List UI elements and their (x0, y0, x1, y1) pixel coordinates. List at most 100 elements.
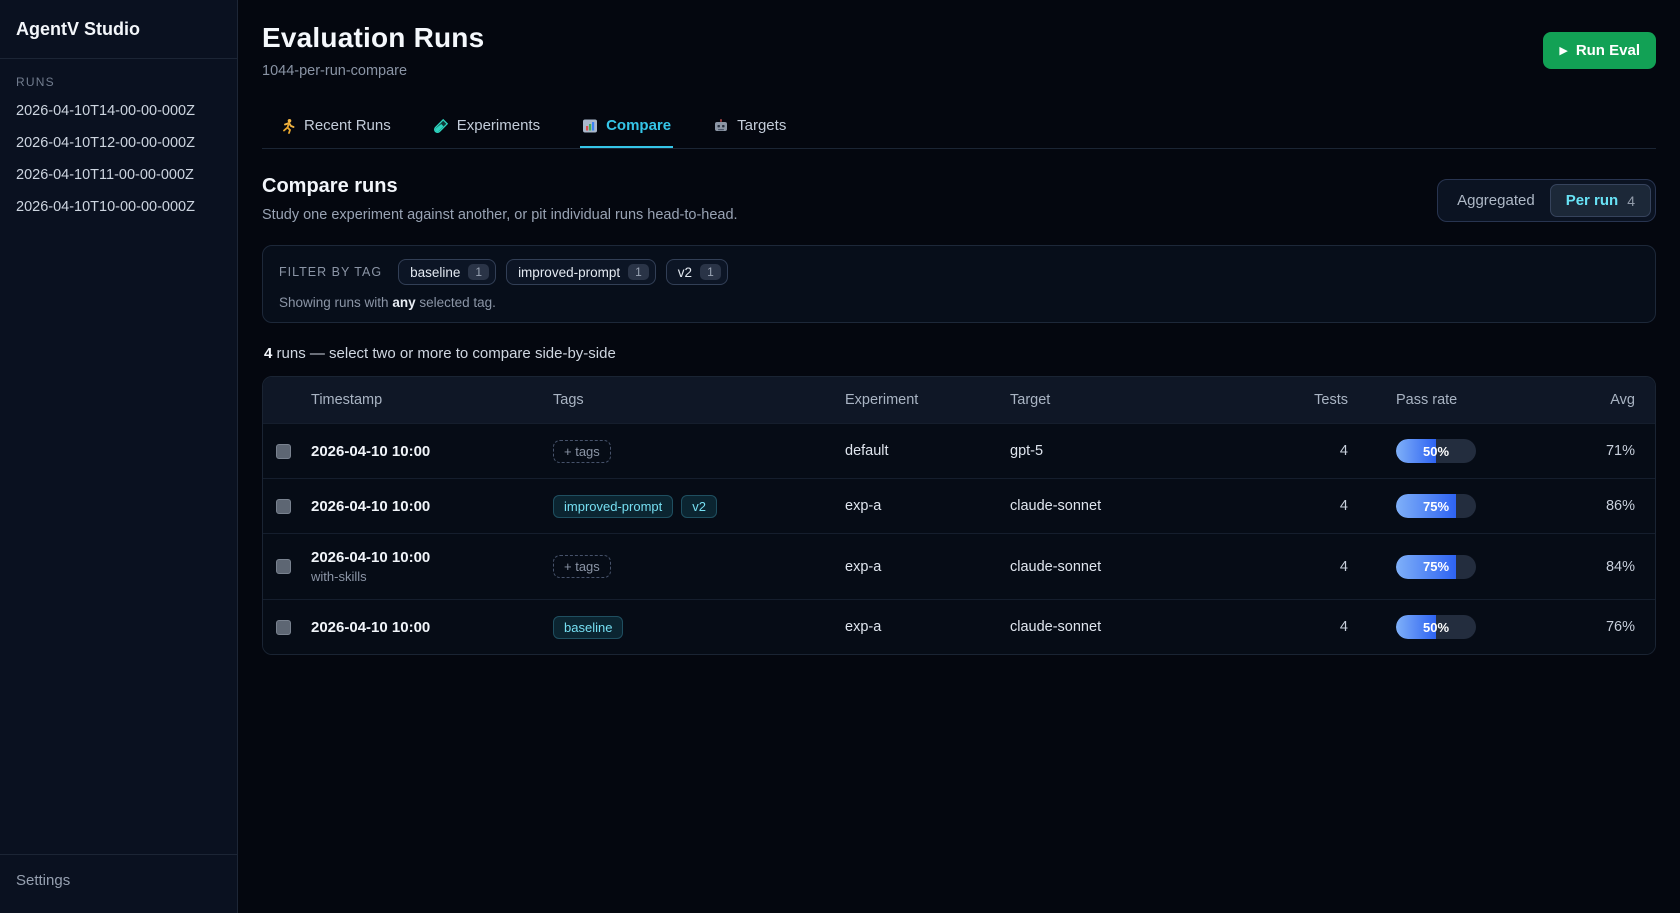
toggle-option-label: Aggregated (1457, 192, 1535, 209)
page-subtitle: 1044-per-run-compare (262, 63, 484, 79)
filter-tag-chip[interactable]: v21 (666, 259, 728, 285)
header-cell-checkbox (263, 385, 311, 415)
runs-table: TimestampTagsExperimentTargetTestsPass r… (262, 376, 1656, 655)
app-brand: AgentV Studio (0, 0, 237, 58)
sidebar-runs-label: RUNS (0, 59, 237, 95)
cell-target: claude-sonnet (1010, 604, 1260, 650)
pass-rate-pill: 50% (1396, 615, 1476, 639)
sidebar-run-item[interactable]: 2026-04-10T14-00-00-000Z (0, 95, 237, 127)
toggle-option-label: Per run (1566, 192, 1619, 209)
table-row: 2026-04-10 10:00improved-promptv2exp-acl… (263, 478, 1655, 533)
compare-description: Study one experiment against another, or… (262, 207, 738, 223)
robot-icon (713, 118, 729, 134)
pass-rate-label: 50% (1396, 439, 1476, 463)
row-timestamp: 2026-04-10 10:00 (311, 443, 553, 460)
filter-tag-chip[interactable]: improved-prompt1 (506, 259, 656, 285)
sidebar-run-item[interactable]: 2026-04-10T11-00-00-000Z (0, 159, 237, 191)
runner-icon (280, 118, 296, 134)
sidebar-run-item[interactable]: 2026-04-10T12-00-00-000Z (0, 127, 237, 159)
tab-label: Compare (606, 117, 671, 134)
row-tag[interactable]: improved-prompt (553, 495, 673, 518)
header-cell-tests: Tests (1260, 377, 1348, 423)
header-cell-target: Target (1010, 377, 1260, 423)
main-content: Evaluation Runs 1044-per-run-compare ▶ R… (238, 0, 1680, 913)
cell-target: claude-sonnet (1010, 544, 1260, 590)
filter-tag-name: v2 (678, 265, 692, 280)
row-timestamp-subtitle: with-skills (311, 569, 553, 584)
cell-pass-rate: 75% (1348, 540, 1524, 594)
row-checkbox[interactable] (276, 499, 291, 514)
filter-row: FILTER BY TAG baseline1improved-prompt1v… (279, 259, 1639, 285)
cell-tests: 4 (1260, 604, 1348, 650)
cell-tests: 4 (1260, 544, 1348, 590)
cell-experiment: exp-a (845, 483, 1010, 529)
toggle-option-aggregated[interactable]: Aggregated (1442, 185, 1550, 216)
filter-tag-count: 1 (468, 264, 489, 280)
cell-pass-rate: 50% (1348, 424, 1524, 478)
tab-label: Experiments (457, 117, 540, 134)
pass-rate-pill: 75% (1396, 555, 1476, 579)
cell-timestamp: 2026-04-10 10:00 with-skills (311, 534, 553, 599)
cell-target: gpt-5 (1010, 428, 1260, 474)
tab-label: Targets (737, 117, 786, 134)
row-tag[interactable]: baseline (553, 616, 623, 639)
sidebar-footer: Settings (0, 854, 237, 913)
row-timestamp: 2026-04-10 10:00 (311, 549, 553, 566)
cell-experiment: exp-a (845, 604, 1010, 650)
row-checkbox[interactable] (276, 559, 291, 574)
cell-experiment: exp-a (845, 544, 1010, 590)
add-tags-button[interactable]: + tags (553, 440, 611, 463)
page-title-block: Evaluation Runs 1044-per-run-compare (262, 22, 484, 79)
cell-tests: 4 (1260, 428, 1348, 474)
sidebar-run-list: 2026-04-10T14-00-00-000Z2026-04-10T12-00… (0, 95, 237, 223)
header-cell-pass-rate: Pass rate (1348, 377, 1524, 423)
sidebar: AgentV Studio RUNS 2026-04-10T14-00-00-0… (0, 0, 238, 913)
header-cell-experiment: Experiment (845, 377, 1010, 423)
header-cell-timestamp: Timestamp (311, 377, 553, 423)
row-checkbox[interactable] (276, 444, 291, 459)
page-title: Evaluation Runs (262, 22, 484, 54)
cell-avg: 71% (1524, 428, 1655, 474)
test-tube-icon (433, 118, 449, 134)
row-checkbox[interactable] (276, 620, 291, 635)
filter-note-mode: any (392, 295, 415, 310)
compare-heading-block: Compare runs Study one experiment agains… (262, 175, 738, 223)
toggle-option-count: 4 (1627, 193, 1635, 209)
compare-section-header: Compare runs Study one experiment agains… (262, 175, 1656, 223)
add-tags-button[interactable]: + tags (553, 555, 611, 578)
cell-checkbox (263, 605, 311, 650)
run-eval-label: Run Eval (1576, 42, 1640, 59)
tab-experiments[interactable]: Experiments (431, 107, 542, 148)
tab-compare[interactable]: Compare (580, 107, 673, 148)
cell-timestamp: 2026-04-10 10:00 (311, 604, 553, 651)
cell-avg: 84% (1524, 544, 1655, 590)
table-row: 2026-04-10 10:00 with-skills+ tags exp-acl… (263, 533, 1655, 599)
view-mode-toggle: Aggregated Per run 4 (1437, 179, 1656, 222)
bar-chart-icon (582, 118, 598, 134)
settings-link[interactable]: Settings (16, 872, 221, 889)
tab-label: Recent Runs (304, 117, 391, 134)
sidebar-spacer (0, 223, 237, 854)
filter-tag-chip[interactable]: baseline 1 (398, 259, 496, 285)
filter-tag-name: baseline (410, 265, 460, 280)
filter-panel: FILTER BY TAG baseline1improved-prompt1v… (262, 245, 1656, 323)
page-header: Evaluation Runs 1044-per-run-compare ▶ R… (262, 22, 1656, 79)
run-eval-button[interactable]: ▶ Run Eval (1543, 32, 1656, 69)
filter-note: Showing runs with any selected tag. (279, 295, 1639, 310)
play-icon: ▶ (1559, 44, 1567, 57)
compare-heading: Compare runs (262, 175, 738, 198)
pass-rate-pill: 50% (1396, 439, 1476, 463)
cell-checkbox (263, 544, 311, 589)
runs-summary-text: runs — select two or more to compare sid… (272, 345, 615, 362)
tab-targets[interactable]: Targets (711, 107, 788, 148)
toggle-option-per-run[interactable]: Per run 4 (1550, 184, 1651, 217)
table-body: 2026-04-10 10:00+ tagsdefaultgpt-5450%71… (263, 423, 1655, 654)
row-tag[interactable]: v2 (681, 495, 717, 518)
cell-avg: 76% (1524, 604, 1655, 650)
cell-checkbox (263, 429, 311, 474)
sidebar-run-item[interactable]: 2026-04-10T10-00-00-000Z (0, 191, 237, 223)
cell-tags: baseline (553, 601, 845, 654)
cell-target: claude-sonnet (1010, 483, 1260, 529)
tab-recent-runs[interactable]: Recent Runs (278, 107, 393, 148)
filter-tag-chips: baseline 1 improved-prompt1 v21 (398, 259, 728, 285)
